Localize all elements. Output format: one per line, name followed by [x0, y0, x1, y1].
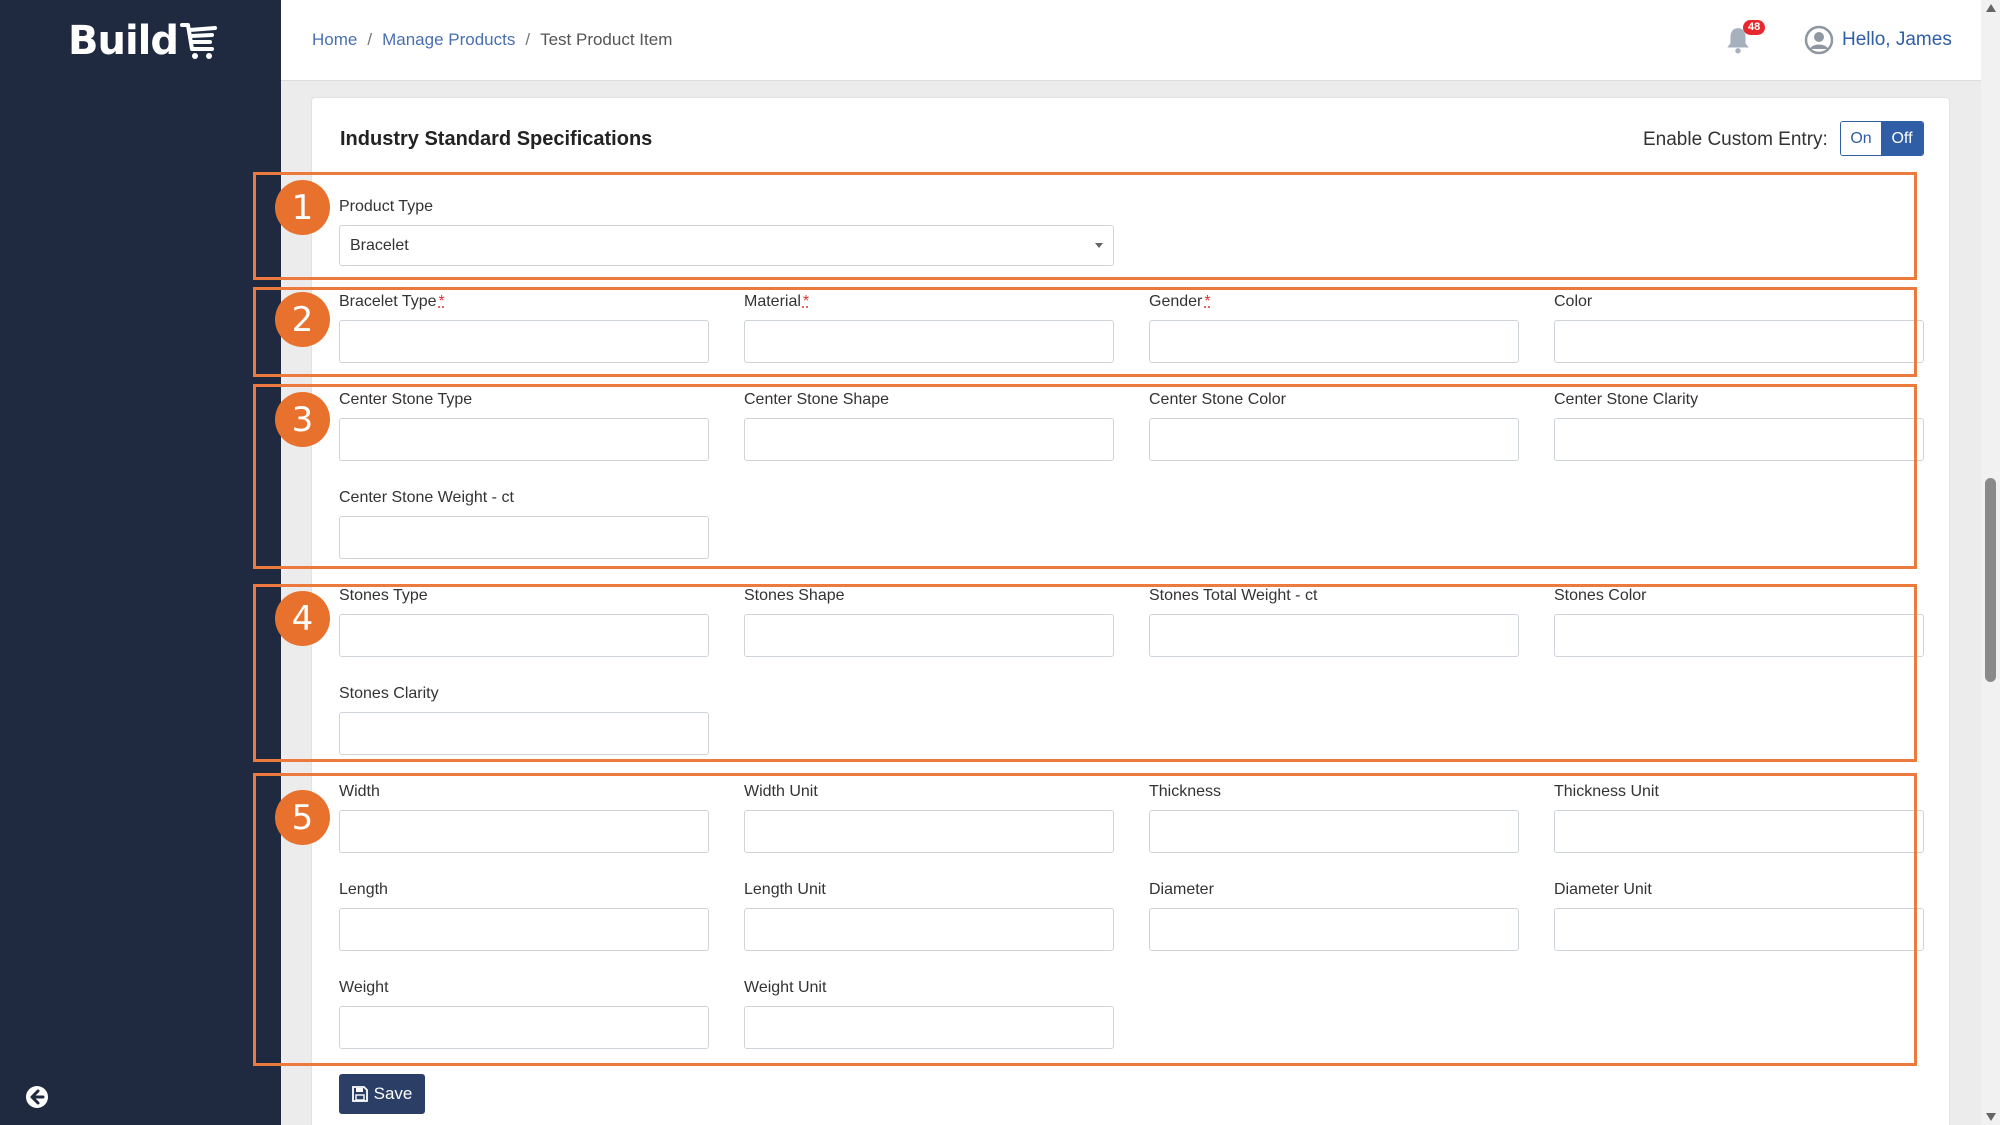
annotation-box-4	[253, 584, 1917, 762]
scroll-down-arrow-icon[interactable]	[1986, 1113, 1996, 1121]
page-scrollbar[interactable]	[1981, 0, 2000, 1125]
breadcrumb-separator: /	[525, 30, 531, 49]
annotation-box-3	[253, 384, 1917, 569]
save-button[interactable]: Save	[339, 1074, 425, 1114]
user-avatar-icon	[1804, 25, 1834, 55]
annotation-number-4: 4	[275, 591, 330, 646]
floppy-disk-icon	[351, 1086, 368, 1102]
breadcrumb-home[interactable]: Home	[312, 30, 357, 50]
toggle-on-option[interactable]: On	[1841, 122, 1881, 155]
annotation-box-2	[253, 287, 1917, 377]
toggle-off-option[interactable]: Off	[1881, 122, 1923, 155]
annotation-number-5: 5	[275, 790, 330, 845]
breadcrumb-manage-products[interactable]: Manage Products	[382, 30, 515, 50]
page-title: Industry Standard Specifications	[340, 128, 653, 150]
annotation-number-2: 2	[275, 292, 330, 347]
annotation-box-5	[253, 773, 1917, 1066]
annotation-number-1: 1	[275, 180, 330, 235]
breadcrumb: Home / Manage Products / Test Product It…	[312, 30, 672, 50]
breadcrumb-separator: /	[367, 30, 373, 49]
scroll-up-arrow-icon[interactable]	[1986, 4, 1996, 12]
top-header: Home / Manage Products / Test Product It…	[281, 0, 1981, 81]
collapse-sidebar-icon[interactable]	[25, 1085, 49, 1109]
scrollbar-thumb[interactable]	[1985, 478, 1996, 682]
sidebar: Build	[0, 0, 281, 1125]
logo[interactable]: Build	[68, 18, 218, 64]
logo-text: Build	[68, 18, 179, 64]
user-menu[interactable]: Hello, James	[1804, 25, 1952, 55]
user-greeting: Hello, James	[1842, 29, 1952, 50]
annotation-box-1	[253, 172, 1917, 280]
annotation-number-3: 3	[275, 392, 330, 447]
custom-entry-label: Enable Custom Entry:	[1643, 129, 1828, 150]
save-label: Save	[373, 1084, 413, 1103]
breadcrumb-current: Test Product Item	[540, 30, 673, 49]
cart-icon	[180, 23, 218, 59]
custom-entry-toggle[interactable]: On Off	[1840, 121, 1924, 156]
notification-badge: 48	[1743, 20, 1766, 35]
